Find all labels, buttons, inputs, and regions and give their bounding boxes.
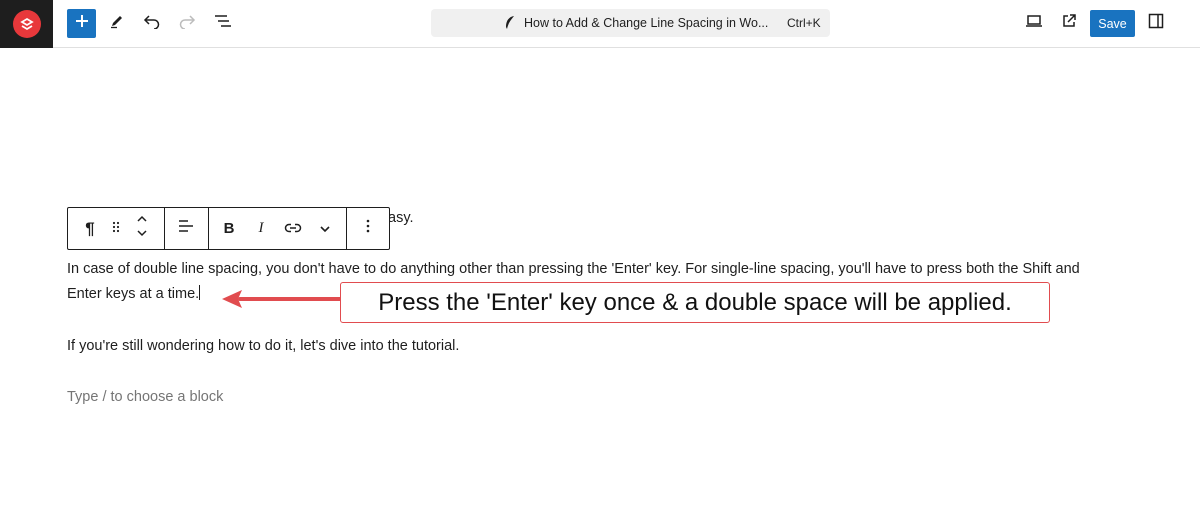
paragraph-line-2-text: Enter keys at a time. [67,286,200,302]
redo-button[interactable] [172,8,202,38]
editor-header: How to Add & Change Line Spacing in Wo..… [0,0,1200,48]
external-link-icon [1061,13,1077,34]
tools-button[interactable] [102,8,132,38]
redo-icon [178,13,196,34]
move-up-down-icon [136,214,148,243]
more-formatting-button[interactable] [309,208,341,249]
site-logo[interactable] [0,0,53,48]
align-icon [178,219,194,238]
block-toolbar: ¶ B I [67,207,390,250]
undo-button[interactable] [137,8,167,38]
annotation-arrow-icon [220,288,342,315]
document-title: How to Add & Change Line Spacing in Wo..… [524,16,769,30]
options-button[interactable] [347,208,389,249]
settings-sidebar-button[interactable] [1141,8,1171,38]
bold-icon: B [223,220,235,237]
keyboard-shortcut: Ctrl+K [787,16,821,30]
list-view-button[interactable] [208,8,238,38]
save-button[interactable]: Save [1090,10,1135,37]
italic-button[interactable]: I [245,208,277,249]
view-post-button[interactable] [1054,8,1084,38]
move-block-button[interactable] [130,208,154,249]
undo-icon [143,13,161,34]
paragraph-block-2[interactable]: If you're still wondering how to do it, … [67,334,459,359]
desktop-preview-icon [1025,14,1043,33]
block-placeholder[interactable]: Type / to choose a block [67,385,223,410]
align-button[interactable] [165,208,207,249]
drag-handle[interactable] [106,208,126,249]
text-caret [199,285,201,300]
add-block-button[interactable] [67,9,96,38]
list-view-icon [214,14,232,33]
annotation-callout: Press the 'Enter' key once & a double sp… [340,282,1050,323]
command-palette-bar[interactable]: How to Add & Change Line Spacing in Wo..… [431,9,830,37]
toolbar-divider [208,208,209,249]
partial-paragraph-text[interactable]: asy. [388,206,414,231]
feather-icon [504,15,516,35]
bold-button[interactable]: B [213,208,245,249]
plus-icon [75,14,89,33]
more-options-icon [366,219,370,238]
link-icon [284,220,302,238]
chevron-down-icon [319,220,331,238]
block-type-button[interactable]: ¶ [70,208,110,249]
preview-button[interactable] [1019,8,1049,38]
paragraph-line-1: In case of double line spacing, you don'… [67,261,1080,277]
pen-icon [109,13,125,34]
paragraph-icon: ¶ [85,218,95,238]
italic-icon: I [258,220,264,236]
drag-handle-icon [112,220,120,238]
sidebar-toggle-icon [1148,13,1164,34]
site-logo-icon [12,10,41,38]
link-button[interactable] [277,208,309,249]
